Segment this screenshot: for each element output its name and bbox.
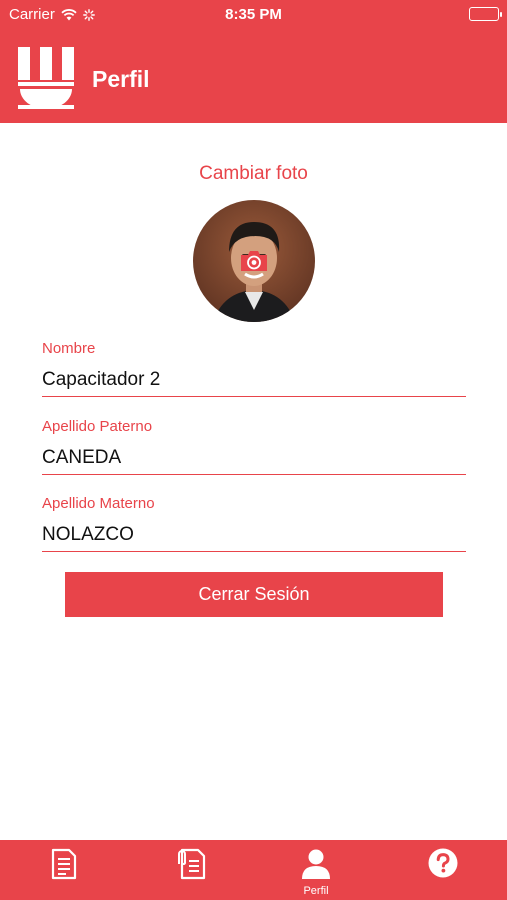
maternal-surname-field[interactable]: Apellido Materno NOLAZCO <box>42 495 466 552</box>
battery-icon <box>469 7 502 21</box>
paternal-surname-label: Apellido Paterno <box>42 418 153 435</box>
maternal-surname-label: Apellido Materno <box>42 495 155 512</box>
tab-profile[interactable]: Perfil <box>253 840 379 900</box>
tab-profile-label: Perfil <box>303 885 329 897</box>
first-name-input[interactable]: Capacitador 2 <box>42 369 466 396</box>
tab-documents[interactable] <box>0 840 126 900</box>
tab-attachments[interactable] <box>126 840 252 900</box>
status-time: 8:35 PM <box>225 6 282 23</box>
app-logo <box>18 47 74 109</box>
tab-help[interactable] <box>380 840 506 900</box>
paternal-surname-field[interactable]: Apellido Paterno CANEDA <box>42 418 466 475</box>
attachment-document-icon <box>178 848 206 880</box>
nav-bar: Perfil <box>0 28 507 123</box>
document-icon <box>51 848 77 880</box>
camera-icon[interactable] <box>239 250 269 272</box>
maternal-surname-input[interactable]: NOLAZCO <box>42 524 466 551</box>
tab-bar: Perfil <box>0 840 507 900</box>
page-title: Perfil <box>92 66 150 92</box>
paternal-surname-input[interactable]: CANEDA <box>42 447 466 474</box>
change-photo-button[interactable]: Cambiar foto <box>0 163 507 185</box>
help-icon <box>428 848 458 878</box>
user-icon <box>302 849 330 879</box>
status-bar: Carrier 8:35 PM <box>0 0 507 28</box>
logout-button[interactable]: Cerrar Sesión <box>65 572 443 617</box>
first-name-label: Nombre <box>42 340 96 357</box>
first-name-field[interactable]: Nombre Capacitador 2 <box>42 340 466 397</box>
